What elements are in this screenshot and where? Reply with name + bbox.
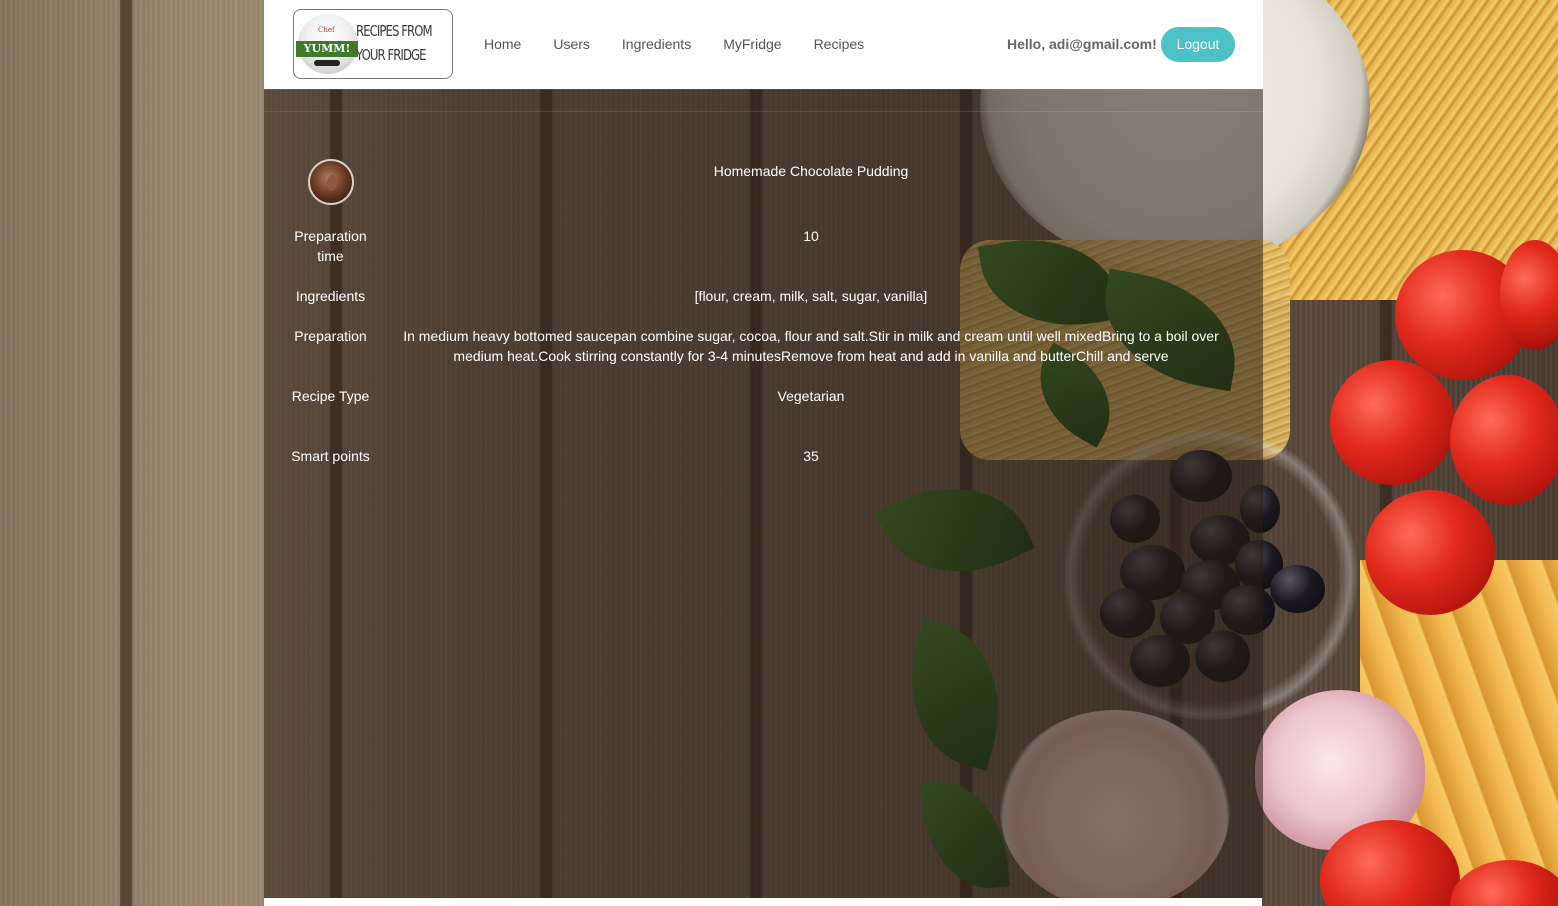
smart-points-label: Smart points xyxy=(291,448,370,464)
nav-ingredients[interactable]: Ingredients xyxy=(606,0,707,89)
site-logo[interactable]: Chef YUMM! RECIPES FROM YOUR FRIDGE xyxy=(293,9,453,79)
prep-time-label: Preparation time xyxy=(294,228,367,264)
prep-time-value: 10 xyxy=(803,228,819,244)
tomato-decoration xyxy=(1365,490,1495,615)
nav-recipes[interactable]: Recipes xyxy=(798,0,881,89)
nav-users[interactable]: Users xyxy=(537,0,606,89)
smart-points-value: 35 xyxy=(803,448,819,464)
tomato-decoration xyxy=(1450,860,1558,906)
tomato-decoration xyxy=(1330,360,1455,485)
recipe-title: Homemade Chocolate Pudding xyxy=(713,163,909,179)
ingredients-label: Ingredients xyxy=(295,288,366,304)
penne-decoration xyxy=(1360,560,1558,906)
footer-strip xyxy=(264,898,1262,906)
preparation-value: In medium heavy bottomed saucepan combin… xyxy=(403,328,1219,364)
recipe-type-label: Recipe Type xyxy=(291,388,370,404)
pasta-decoration xyxy=(1260,0,1558,300)
nav-myfridge[interactable]: MyFridge xyxy=(707,0,797,89)
recipe-image xyxy=(308,159,354,205)
olive-decoration xyxy=(1270,565,1325,613)
tomato-decoration xyxy=(1320,820,1460,906)
logo-title-line1: RECIPES FROM xyxy=(356,22,433,40)
nav-links: Home Users Ingredients MyFridge Recipes xyxy=(468,0,880,89)
logo-chef-text: Chef xyxy=(318,26,335,34)
navbar: Chef YUMM! RECIPES FROM YOUR FRIDGE Home… xyxy=(264,0,1263,89)
recipe-type-value: Vegetarian xyxy=(777,388,845,404)
tomato-decoration xyxy=(1395,250,1530,380)
spoon-icon xyxy=(327,175,337,191)
user-greeting: Hello, adi@gmail.com! xyxy=(1007,36,1157,52)
logo-badge: YUMM! xyxy=(296,41,358,57)
preparation-label: Preparation xyxy=(294,328,367,344)
tomato-decoration xyxy=(1500,240,1558,350)
logout-button[interactable]: Logout xyxy=(1161,27,1235,62)
panel-divider xyxy=(264,111,1263,112)
logo-title: RECIPES FROM YOUR FRIDGE xyxy=(356,19,433,67)
tomato-decoration xyxy=(1450,375,1558,505)
nav-home[interactable]: Home xyxy=(468,0,537,89)
logo-title-line2: YOUR FRIDGE xyxy=(356,46,427,64)
garlic-decoration xyxy=(1255,690,1425,850)
ingredients-value: [flour, cream, milk, salt, sugar, vanill… xyxy=(694,288,928,304)
recipe-detail-panel xyxy=(264,89,1263,898)
main-container: Chef YUMM! RECIPES FROM YOUR FRIDGE Home… xyxy=(264,0,1263,898)
mustache-icon xyxy=(314,60,340,66)
